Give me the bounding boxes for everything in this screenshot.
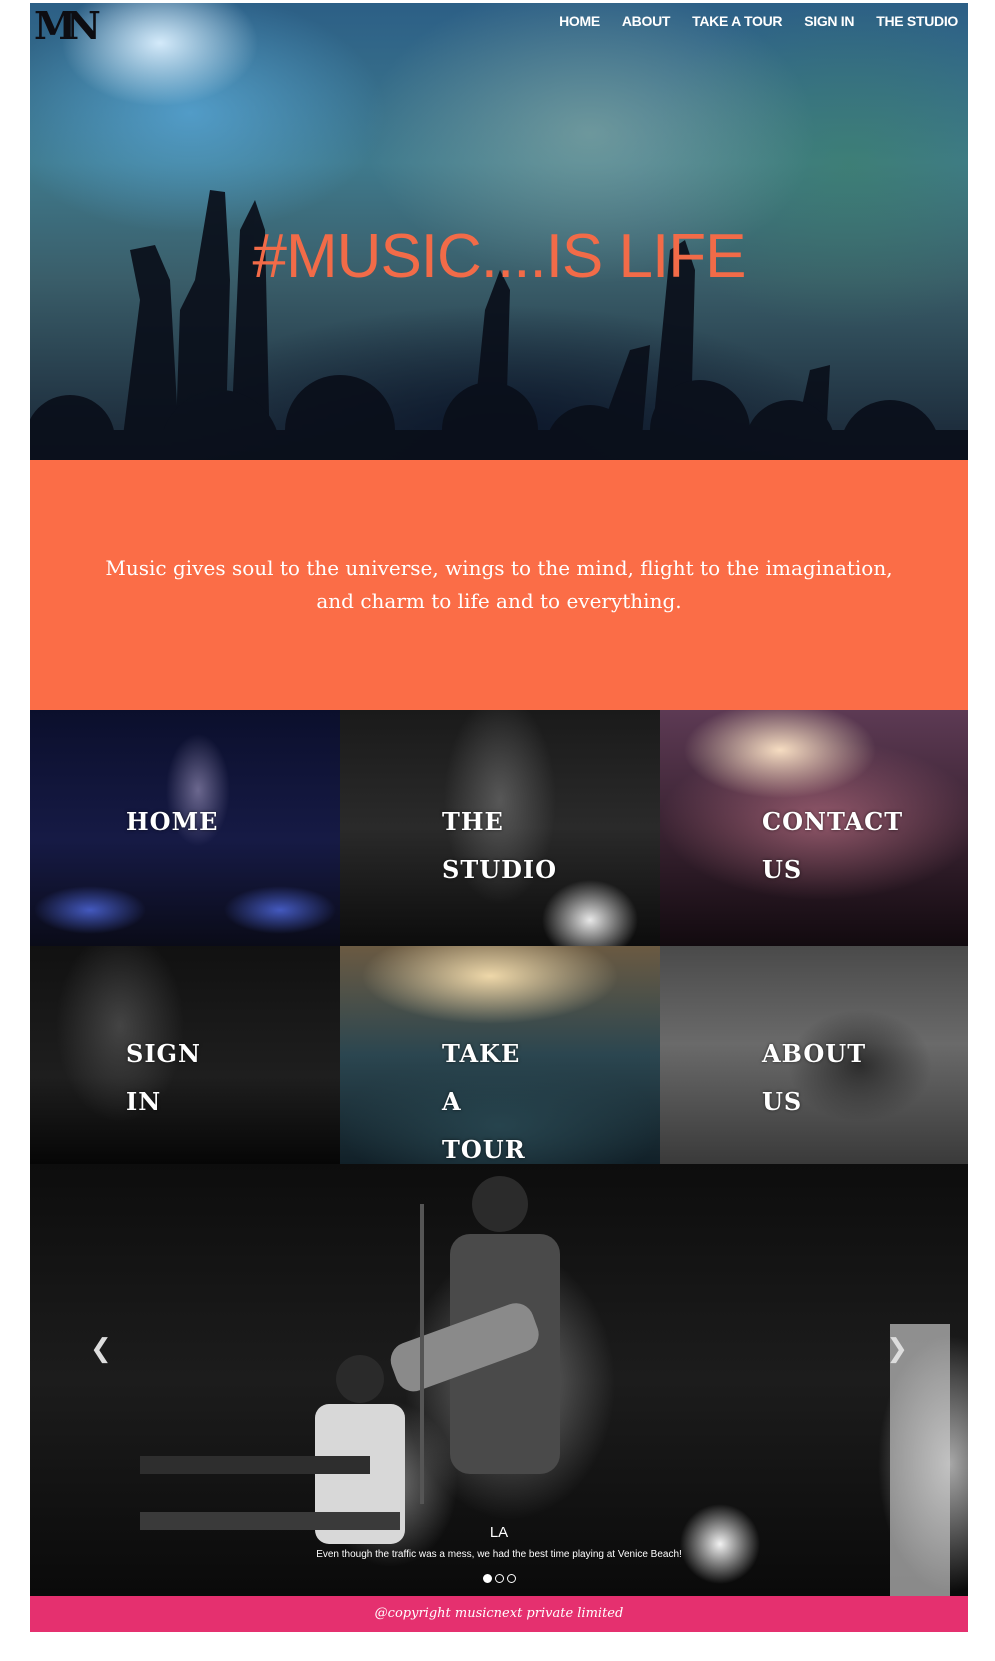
image-carousel: ❮ ❯ LA Even though the traffic was a mes… bbox=[30, 1164, 968, 1596]
tile-contact-us-label: CONTACT US bbox=[762, 807, 904, 884]
brand-logo[interactable]: MN bbox=[34, 3, 101, 51]
nav-the-studio[interactable]: THE STUDIO bbox=[876, 13, 958, 29]
tile-the-studio[interactable]: THE STUDIO bbox=[340, 710, 660, 946]
tile-home[interactable]: HOME bbox=[30, 710, 340, 946]
carousel-caption: LA Even though the traffic was a mess, w… bbox=[30, 1524, 968, 1560]
quote-section: Music gives soul to the universe, wings … bbox=[30, 460, 968, 710]
tile-sign-in[interactable]: SIGN IN bbox=[30, 946, 340, 1164]
hero-banner: MN HOME ABOUT TAKE A TOUR SIGN IN THE ST… bbox=[30, 3, 968, 460]
caption-text: Even though the traffic was a mess, we h… bbox=[316, 1549, 682, 1560]
tile-sign-in-label: SIGN IN bbox=[126, 1039, 201, 1116]
tile-contact-us[interactable]: CONTACT US bbox=[660, 710, 968, 946]
chevron-left-icon[interactable]: ❮ bbox=[90, 1334, 112, 1364]
copyright-text: @copyright musicnext private limited bbox=[374, 1606, 624, 1621]
chevron-right-icon[interactable]: ❯ bbox=[886, 1334, 908, 1364]
top-nav: HOME ABOUT TAKE A TOUR SIGN IN THE STUDI… bbox=[559, 13, 958, 29]
page: MN HOME ABOUT TAKE A TOUR SIGN IN THE ST… bbox=[30, 3, 968, 1632]
indicator-dot[interactable] bbox=[494, 1574, 504, 1583]
tile-about-us[interactable]: ABOUT US bbox=[660, 946, 968, 1164]
nav-sign-in[interactable]: SIGN IN bbox=[804, 13, 854, 29]
nav-take-a-tour[interactable]: TAKE A TOUR bbox=[692, 13, 782, 29]
caption-title: LA bbox=[489, 1524, 509, 1541]
footer: @copyright musicnext private limited bbox=[30, 1596, 968, 1632]
quote-text: Music gives soul to the universe, wings … bbox=[105, 556, 893, 613]
tile-take-a-tour-label: TAKE A TOUR bbox=[442, 1039, 526, 1164]
nav-about[interactable]: ABOUT bbox=[622, 13, 671, 29]
tile-the-studio-label: THE STUDIO bbox=[442, 807, 558, 884]
navigation-tiles: HOME THE STUDIO CONTACT US SIGN IN TAKE … bbox=[30, 710, 968, 1164]
tile-take-a-tour[interactable]: TAKE A TOUR bbox=[340, 946, 660, 1164]
indicator-dot[interactable] bbox=[506, 1574, 516, 1583]
indicator-dot[interactable] bbox=[482, 1574, 492, 1583]
hero-title: #MUSIC....IS LIFE bbox=[252, 222, 747, 291]
tile-about-us-label: ABOUT US bbox=[762, 1039, 867, 1116]
carousel-indicators bbox=[30, 1574, 968, 1583]
nav-home[interactable]: HOME bbox=[559, 13, 600, 29]
crowd-silhouette bbox=[30, 190, 968, 460]
tile-home-label: HOME bbox=[126, 807, 219, 836]
